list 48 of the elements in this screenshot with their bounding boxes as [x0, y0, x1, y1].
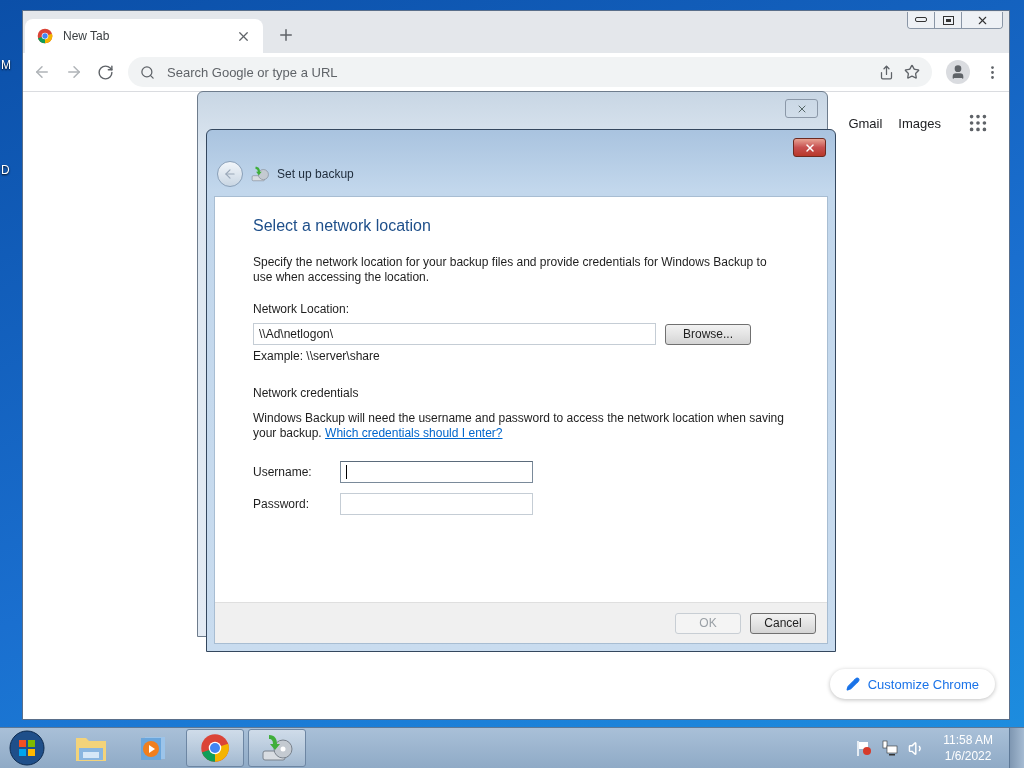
customize-chrome-button[interactable]: Customize Chrome	[829, 669, 995, 699]
desktop-icon-label[interactable]: M	[1, 58, 11, 72]
section-label: Network credentials	[253, 386, 360, 401]
backup-drive-icon	[261, 733, 293, 763]
top-link[interactable]: Images	[898, 115, 941, 131]
page-heading: Select a network location	[253, 217, 432, 235]
top-link[interactable]: Gmail	[848, 115, 883, 131]
text-caret	[346, 465, 347, 479]
address-bar[interactable]: Search Google or type a URL	[128, 57, 932, 87]
restore-button[interactable]	[934, 12, 961, 28]
address-field[interactable]: Search Google or type a URL	[165, 63, 869, 81]
start-button[interactable]	[9, 730, 45, 766]
chrome-icon	[37, 28, 53, 44]
chrome-icon	[200, 733, 230, 763]
example-text: Example: \\server\share	[253, 349, 381, 364]
taskbar-app[interactable]	[186, 729, 244, 767]
intro-text: Specify the network location for your backup files and provide credentials for Windows Backup to use when accessing the location.	[253, 255, 768, 285]
profile-icon[interactable]	[946, 60, 970, 84]
pencil-icon	[845, 677, 860, 691]
network-icon[interactable]	[882, 740, 899, 756]
desktop-icon-label[interactable]: D	[1, 163, 10, 177]
apps-grid-icon[interactable]	[967, 112, 989, 134]
credentials-text: Windows Backup will need the username and password to access the network location when saving your backup. Which credentials should I enter?	[253, 411, 785, 441]
reload-icon[interactable]	[97, 63, 114, 81]
close-button[interactable]	[961, 12, 1002, 28]
minimize-button[interactable]	[908, 12, 934, 28]
help-link[interactable]: Which credentials should I enter?	[325, 426, 503, 440]
text-field[interactable]	[340, 461, 533, 483]
backup-icon	[251, 165, 269, 183]
taskbar-app[interactable]	[248, 729, 306, 767]
new-tab-icon[interactable]	[277, 26, 295, 44]
search-icon	[140, 64, 155, 80]
field-label: Password:	[253, 497, 311, 511]
location-field[interactable]: \\Ad\netlogon\	[253, 323, 656, 345]
restore-icon	[942, 15, 954, 25]
browser-tab[interactable]: New Tab	[25, 19, 263, 53]
field-label: Username:	[253, 465, 313, 479]
share-icon[interactable]	[879, 64, 894, 80]
close-icon	[803, 141, 816, 154]
dialog-button[interactable]: Cancel	[750, 612, 816, 634]
action-center-flag-icon[interactable]	[856, 740, 873, 756]
field-label: Network Location:	[253, 302, 351, 317]
close-button[interactable]	[793, 138, 826, 157]
media-player-icon	[139, 734, 167, 762]
browse-button[interactable]: Browse...	[665, 323, 751, 345]
minimize-icon	[915, 17, 927, 23]
dialog-title: Set up backup	[277, 167, 354, 181]
bookmark-star-icon[interactable]	[904, 64, 920, 80]
